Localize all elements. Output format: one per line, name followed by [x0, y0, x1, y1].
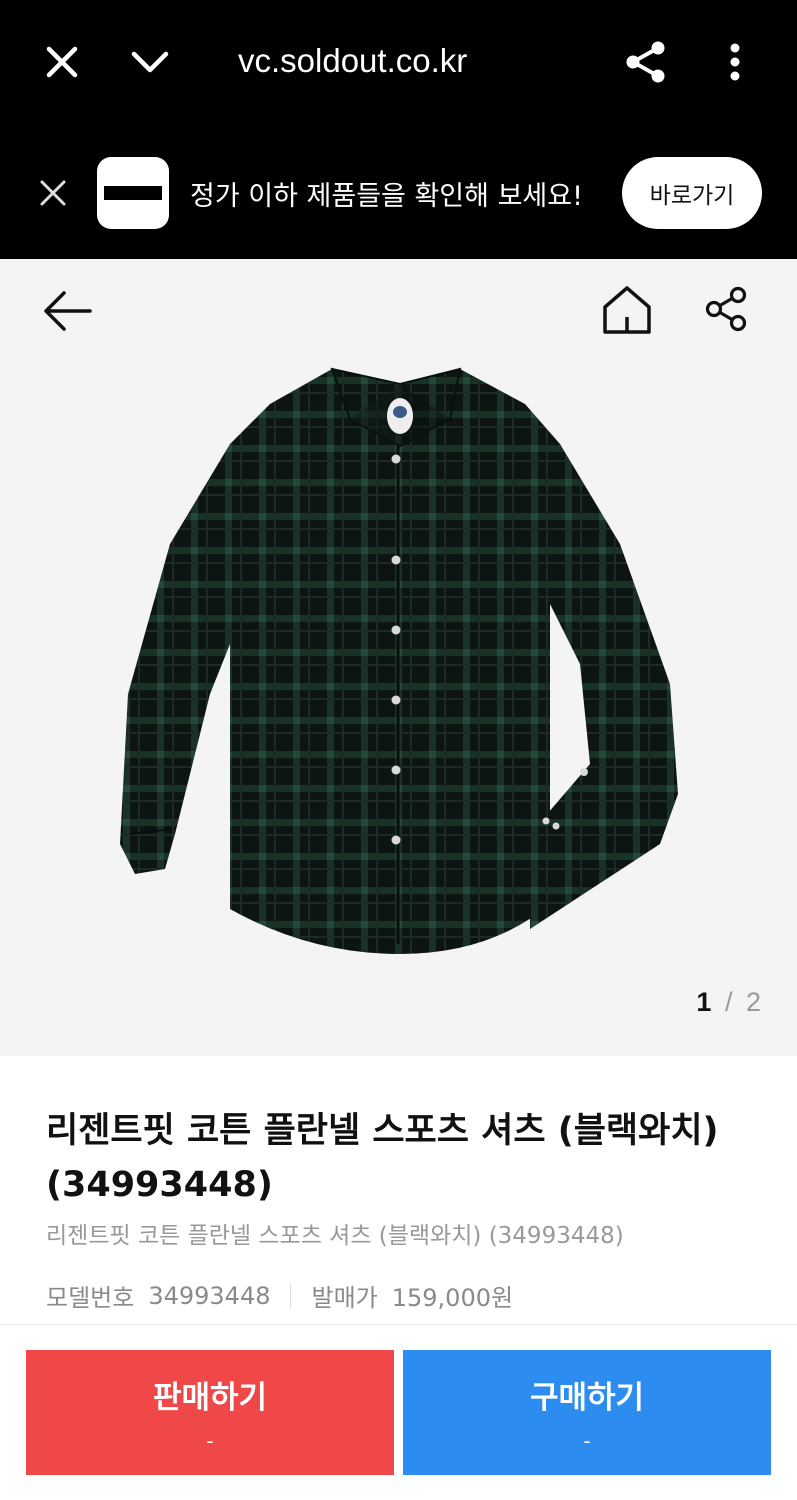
product-title: 리젠트핏 코튼 플란넬 스포츠 셔츠 (블랙와치) (34993448) [46, 1111, 719, 1205]
share-icon[interactable] [702, 283, 752, 335]
close-icon[interactable] [38, 38, 86, 86]
total-image-number: 2 [745, 987, 761, 1017]
sell-price: - [206, 1429, 214, 1453]
share-icon[interactable] [622, 38, 670, 86]
app-logo [97, 157, 169, 229]
buy-price: - [583, 1429, 591, 1453]
promo-message: 정가 이하 제품들을 확인해 보세요! [190, 181, 583, 212]
sell-button-label: 판매하기 [152, 1380, 268, 1416]
more-vertical-icon[interactable] [711, 38, 759, 86]
counter-separator: / [724, 987, 733, 1017]
model-number-value: 34993448 [148, 1281, 271, 1310]
url-bar[interactable]: vc.soldout.co.kr [238, 42, 467, 80]
release-price-value: 159,000원 [391, 1284, 514, 1312]
sell-button[interactable]: 판매하기 - [26, 1350, 394, 1475]
plaid-shirt [110, 364, 690, 954]
release-price-label: 발매가 [311, 1284, 378, 1312]
action-bar: 판매하기 - 구매하기 - [0, 1324, 797, 1500]
image-counter: 1 / 2 [696, 987, 761, 1018]
model-number-label: 모델번호 [46, 1284, 135, 1312]
buy-button-label: 구매하기 [529, 1380, 645, 1416]
chevron-down-icon[interactable] [126, 38, 174, 86]
product-subtitle: 리젠트핏 코튼 플란넬 스포츠 셔츠 (블랙와치) (34993448) [46, 1223, 624, 1249]
product-info: 리젠트핏 코튼 플란넬 스포츠 셔츠 (블랙와치) (34993448) 리젠트… [0, 1056, 797, 1324]
product-meta: 모델번호 34993448 발매가 159,000원 [46, 1278, 513, 1313]
back-arrow-icon[interactable] [40, 283, 96, 339]
buy-button[interactable]: 구매하기 - [403, 1350, 771, 1475]
close-icon[interactable] [30, 170, 76, 216]
meta-divider [290, 1282, 292, 1309]
current-image-number: 1 [696, 987, 712, 1017]
go-button[interactable]: 바로가기 [622, 157, 762, 229]
promo-banner: 정가 이하 제품들을 확인해 보세요! 바로가기 [0, 130, 797, 259]
product-gallery[interactable]: 1 / 2 [0, 259, 797, 1056]
browser-toolbar: vc.soldout.co.kr [0, 0, 797, 130]
home-icon[interactable] [598, 281, 656, 339]
